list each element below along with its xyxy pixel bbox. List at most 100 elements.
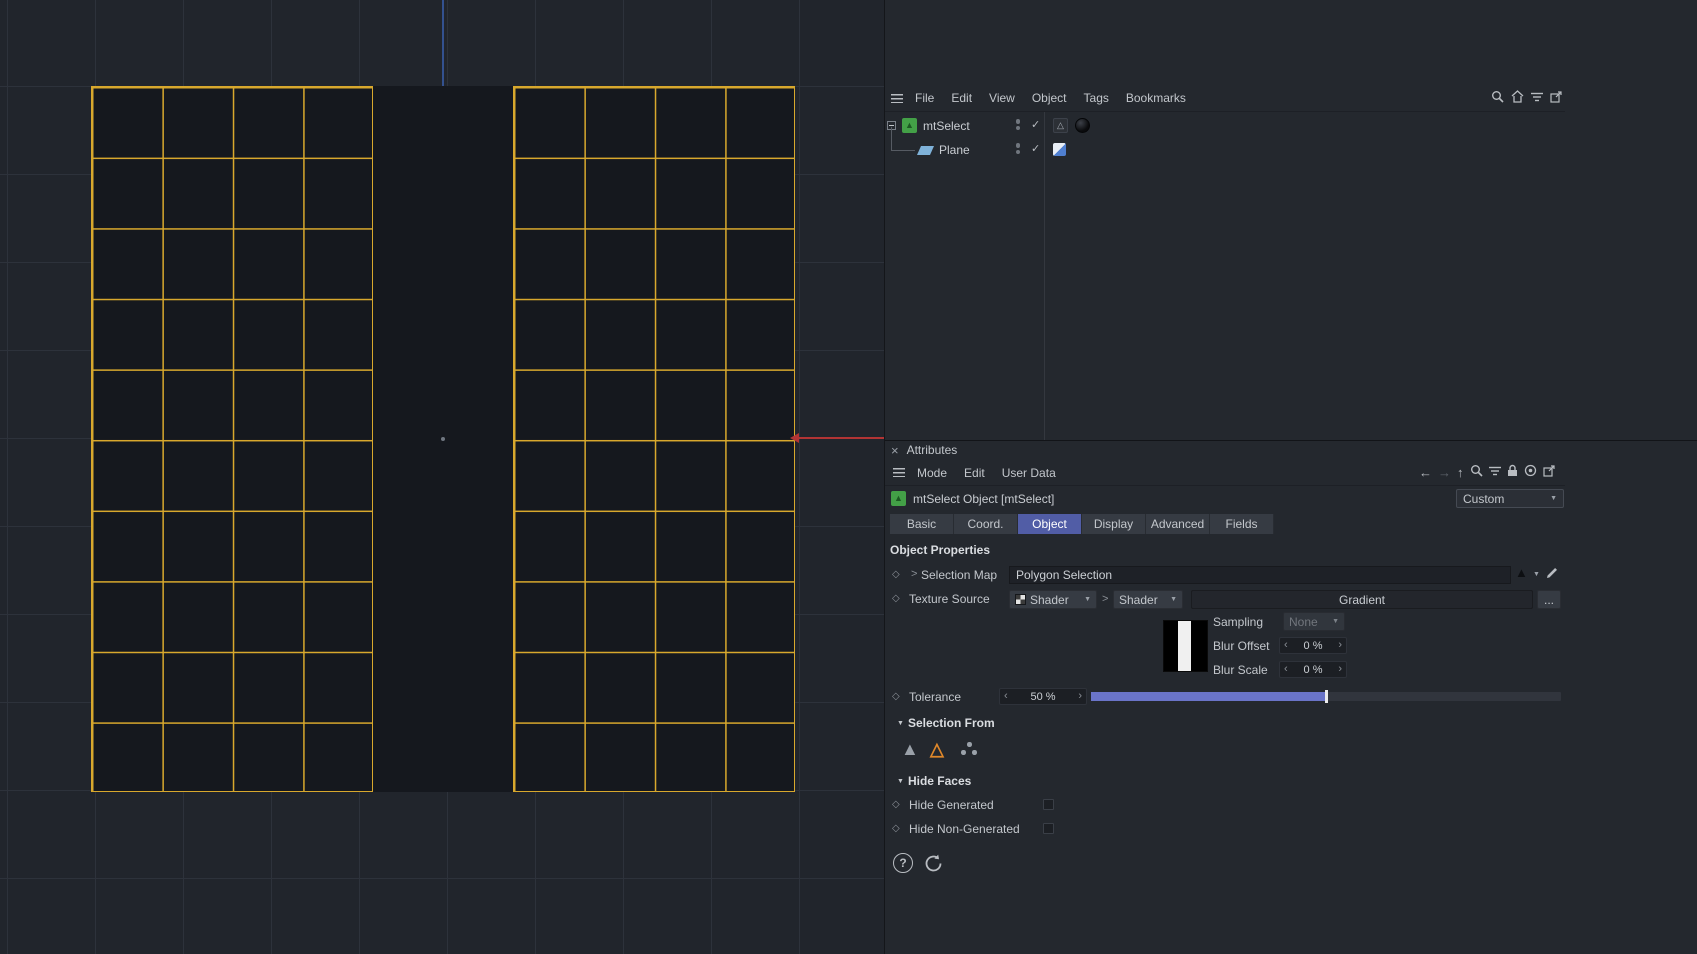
object-manager-column-divider	[1044, 112, 1045, 440]
enable-check-icon[interactable]: ✓	[1031, 144, 1040, 155]
popout-icon[interactable]	[1543, 465, 1555, 480]
panel-menu-icon[interactable]	[893, 468, 905, 477]
menu-edit[interactable]: Edit	[964, 466, 985, 480]
visibility-dots-icon[interactable]	[1015, 143, 1021, 154]
chevron-down-icon: ▼	[1332, 618, 1339, 625]
texture-source-label: Texture Source	[909, 592, 990, 606]
tolerance-stepper[interactable]: ‹ 50 % ›	[999, 688, 1087, 705]
gradient-preview-stripe	[1178, 621, 1190, 671]
blur-scale-label: Blur Scale	[1213, 663, 1268, 677]
menu-mode[interactable]: Mode	[917, 466, 947, 480]
object-manager-toolbar-icons	[1491, 90, 1562, 106]
attributes-tabs: Basic Coord. Object Display Advanced Fie…	[890, 514, 1274, 534]
menu-view[interactable]: View	[989, 91, 1015, 105]
panel-menu-icon[interactable]	[891, 94, 903, 103]
close-icon[interactable]: ×	[891, 443, 899, 458]
blur-offset-label: Blur Offset	[1213, 639, 1269, 653]
tolerance-slider-handle[interactable]	[1325, 690, 1328, 703]
menu-edit[interactable]: Edit	[951, 91, 972, 105]
chevron-down-icon[interactable]: ▼	[1533, 571, 1540, 578]
uvw-tag-icon[interactable]	[1053, 143, 1066, 156]
refresh-icon[interactable]	[923, 853, 944, 877]
home-icon[interactable]	[1511, 90, 1524, 106]
tolerance-slider[interactable]	[1091, 692, 1561, 701]
shader-more-button-label: ...	[1544, 593, 1554, 607]
keyframe-diamond-icon: ◇	[892, 800, 900, 810]
selection-map-field[interactable]: Polygon Selection	[1009, 566, 1511, 584]
tab-advanced[interactable]: Advanced	[1146, 514, 1210, 534]
tolerance-value[interactable]: 50 %	[1012, 691, 1075, 703]
gear-icon[interactable]	[1524, 464, 1537, 480]
increment-icon[interactable]: ›	[1074, 691, 1086, 702]
shader-path-chevron: >	[1102, 593, 1108, 605]
shader-checker-icon	[1015, 594, 1026, 605]
texture-source-dropdown[interactable]: Shader ▼	[1009, 590, 1097, 609]
help-icon[interactable]: ?	[893, 853, 913, 873]
sampling-dropdown[interactable]: None ▼	[1283, 612, 1345, 631]
selection-tag-icon[interactable]: △	[1053, 118, 1068, 133]
object-name-plane[interactable]: Plane	[939, 143, 970, 157]
blur-offset-value[interactable]: 0 %	[1292, 640, 1335, 652]
annotation-arrow-line	[797, 437, 884, 439]
back-arrow-icon[interactable]: ←	[1419, 466, 1432, 479]
tab-coord[interactable]: Coord.	[954, 514, 1018, 534]
gradient-shader-button[interactable]: Gradient	[1191, 590, 1533, 609]
polygon-selection-source-icon[interactable]: △	[930, 740, 944, 758]
enable-check-icon[interactable]: ✓	[1031, 120, 1040, 131]
object-row-mtselect[interactable]: ▲ mtSelect ✓ △	[885, 115, 1565, 137]
menu-bookmarks[interactable]: Bookmarks	[1126, 91, 1186, 105]
decrement-icon[interactable]: ‹	[1280, 664, 1292, 675]
shader-sub-dropdown[interactable]: Shader ▼	[1113, 590, 1183, 609]
points-source-icon[interactable]	[961, 742, 977, 755]
object-properties-header: Object Properties	[890, 540, 990, 560]
object-name-mtselect[interactable]: mtSelect	[923, 119, 970, 133]
hide-faces-section-header[interactable]: ▼ Hide Faces	[897, 774, 971, 788]
popout-icon[interactable]	[1550, 91, 1562, 106]
menu-file[interactable]: File	[915, 91, 934, 105]
increment-icon[interactable]: ›	[1334, 664, 1346, 675]
help-glyph: ?	[899, 856, 906, 870]
tab-fields[interactable]: Fields	[1210, 514, 1274, 534]
menu-user-data[interactable]: User Data	[1002, 466, 1056, 480]
preset-dropdown[interactable]: Custom ▼	[1456, 489, 1564, 508]
selection-from-section-header[interactable]: ▼ Selection From	[897, 716, 995, 730]
polygons-source-icon[interactable]: ▲	[901, 740, 919, 758]
chevron-down-icon: ▼	[1084, 596, 1091, 603]
menu-object[interactable]: Object	[1032, 91, 1067, 105]
tolerance-slider-fill	[1091, 692, 1326, 701]
tab-display[interactable]: Display	[1082, 514, 1146, 534]
expand-chevron[interactable]: >	[911, 568, 917, 580]
gradient-preview-thumbnail[interactable]	[1163, 620, 1208, 672]
viewport[interactable]	[0, 0, 884, 954]
forward-arrow-icon[interactable]: →	[1438, 466, 1451, 479]
tab-object[interactable]: Object	[1018, 514, 1082, 534]
blur-offset-stepper[interactable]: ‹ 0 % ›	[1279, 637, 1347, 654]
object-row-plane[interactable]: Plane ✓	[885, 139, 1565, 161]
hide-generated-label: Hide Generated	[909, 798, 994, 812]
hide-non-generated-checkbox[interactable]	[1043, 823, 1054, 834]
blur-scale-value[interactable]: 0 %	[1292, 664, 1335, 676]
visibility-dots-icon[interactable]	[1015, 119, 1021, 130]
up-arrow-icon[interactable]: ↑	[1457, 466, 1464, 479]
collapse-triangle-icon: ▼	[897, 720, 904, 727]
mtselect-icon-triangle: ▲	[894, 494, 903, 503]
menu-tags[interactable]: Tags	[1084, 91, 1109, 105]
lock-icon[interactable]	[1507, 464, 1518, 480]
search-icon[interactable]	[1491, 90, 1504, 106]
search-icon[interactable]	[1470, 464, 1483, 480]
increment-icon[interactable]: ›	[1334, 640, 1346, 651]
hide-generated-checkbox[interactable]	[1043, 799, 1054, 810]
z-axis-line	[442, 0, 444, 86]
chevron-down-icon: ▼	[1170, 596, 1177, 603]
edit-pencil-icon[interactable]	[1546, 567, 1558, 582]
selection-tag-drop-icon[interactable]: ▲	[1515, 566, 1528, 579]
shader-more-button[interactable]: ...	[1537, 590, 1561, 609]
blur-scale-stepper[interactable]: ‹ 0 % ›	[1279, 661, 1347, 678]
decrement-icon[interactable]: ‹	[1280, 640, 1292, 651]
decrement-icon[interactable]: ‹	[1000, 691, 1012, 702]
texture-source-dropdown-value: Shader	[1030, 593, 1069, 607]
texture-tag-icon[interactable]	[1075, 118, 1090, 133]
tab-basic[interactable]: Basic	[890, 514, 954, 534]
filter-icon[interactable]	[1489, 465, 1501, 479]
filter-icon[interactable]	[1531, 91, 1543, 105]
